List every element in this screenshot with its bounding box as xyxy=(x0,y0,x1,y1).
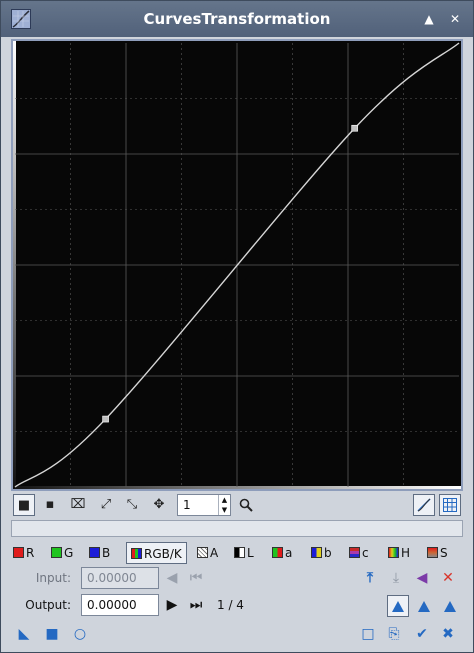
channel-label: H xyxy=(401,546,411,560)
spin-arrows-icon[interactable]: ▲ ▼ xyxy=(218,495,230,515)
output-label: Output: xyxy=(25,598,71,612)
channel-label: S xyxy=(440,546,448,560)
channel-S[interactable]: S xyxy=(427,542,448,564)
output-field[interactable]: 0.00000 xyxy=(81,594,159,616)
input-row: Input: 0.00000 ◀ ⏮ ⤒ ⤓ ◀ ✕ xyxy=(11,567,463,591)
akima-interpolation-icon[interactable] xyxy=(387,595,409,617)
channel-H[interactable]: H xyxy=(388,542,410,564)
pin-icon[interactable]: ▲ xyxy=(421,11,437,27)
channel-label: RGB/K xyxy=(144,547,182,561)
channel-R[interactable]: R xyxy=(13,542,34,564)
track-view-icon[interactable]: ⎘ xyxy=(383,623,405,645)
channel-label: c xyxy=(362,546,369,560)
hue-swatch-icon xyxy=(388,547,399,558)
prev-point-icon[interactable]: ◀ xyxy=(161,567,183,589)
close-icon[interactable]: ✕ xyxy=(447,11,463,27)
channel-label: R xyxy=(26,546,35,560)
zoom-value: 1 xyxy=(183,498,191,512)
pan-tool-icon[interactable]: ✥ xyxy=(148,494,170,516)
select-point-tool-icon[interactable]: ▪ xyxy=(39,494,61,516)
curve-toolbar: ■ ▪ ⌧ ⤢ ⤡ ✥ 1 ▲ ▼ xyxy=(11,494,463,518)
magnifier-icon[interactable] xyxy=(235,494,257,516)
horizontal-scrollbar[interactable] xyxy=(11,520,463,537)
green-swatch-icon xyxy=(51,547,62,558)
store-point-icon[interactable]: ⤒ xyxy=(359,567,381,589)
channel-label: B xyxy=(102,546,111,560)
channel-L[interactable]: L xyxy=(234,542,254,564)
channel-label: b xyxy=(324,546,332,560)
next-point-icon[interactable]: ▶ xyxy=(161,594,183,616)
edit-point-tool-icon[interactable]: ■ xyxy=(13,494,35,516)
input-label: Input: xyxy=(35,571,71,585)
execute-check-icon[interactable]: ✔ xyxy=(411,623,433,645)
lightness-swatch-icon xyxy=(234,547,245,558)
grid-toggle-icon[interactable] xyxy=(439,494,461,516)
process-bottom-bar: ◣ ■ ○ □ ⎘ ✔ ✖ xyxy=(11,623,463,645)
reset-instance-icon[interactable]: ✖ xyxy=(437,623,459,645)
zoom-out-tool-icon[interactable]: ⤡ xyxy=(121,494,143,516)
channel-label: G xyxy=(64,546,74,560)
saturation-swatch-icon xyxy=(427,547,438,558)
browse-documentation-icon[interactable]: □ xyxy=(357,623,379,645)
last-point-icon[interactable]: ⏭ xyxy=(185,594,207,616)
blue-swatch-icon xyxy=(89,547,100,558)
channel-b[interactable]: b xyxy=(311,542,332,564)
channel-c[interactable]: c xyxy=(349,542,369,564)
channel-A[interactable]: A xyxy=(197,542,218,564)
output-row: Output: 0.00000 ▶ ⏭ 1 / 4 xyxy=(11,594,463,618)
invert-curve-icon[interactable]: ◀ xyxy=(411,567,433,589)
delete-point-tool-icon[interactable]: ⌧ xyxy=(67,494,89,516)
channel-label: L xyxy=(247,546,254,560)
channel-B[interactable]: B xyxy=(89,542,110,564)
zoom-spinbox[interactable]: 1 ▲ ▼ xyxy=(177,494,231,516)
reset-curve-icon[interactable]: ✕ xyxy=(437,567,459,589)
zoom-in-tool-icon[interactable]: ⤢ xyxy=(95,494,117,516)
rgb-swatch-icon xyxy=(131,548,142,559)
apply-global-icon[interactable]: ■ xyxy=(41,623,63,645)
point-counter: 1 / 4 xyxy=(217,598,244,612)
alpha-swatch-icon xyxy=(197,547,208,558)
input-field[interactable]: 0.00000 xyxy=(81,567,159,589)
restore-point-icon[interactable]: ⤓ xyxy=(385,567,407,589)
curve-control-point[interactable] xyxy=(351,124,358,132)
first-point-icon[interactable]: ⏮ xyxy=(185,567,207,589)
channel-label: a xyxy=(285,546,293,560)
window-title: CurvesTransformation xyxy=(143,10,331,28)
a-swatch-icon xyxy=(272,547,283,558)
curves-transformation-window: CurvesTransformation ▲ ✕ ■ ▪ ⌧ ⤢ ⤡ ✥ 1 ▲… xyxy=(0,0,474,653)
curve-canvas[interactable] xyxy=(13,41,461,489)
title-bar[interactable]: CurvesTransformation ▲ ✕ xyxy=(1,1,473,37)
b-swatch-icon xyxy=(311,547,322,558)
linear-interpolation-icon[interactable] xyxy=(439,595,461,617)
curve-edit-mode-icon[interactable] xyxy=(413,494,435,516)
real-time-preview-icon[interactable]: ○ xyxy=(69,623,91,645)
cubic-interpolation-icon[interactable] xyxy=(413,595,435,617)
channel-a[interactable]: a xyxy=(272,542,292,564)
channel-selector: R G B RGB/K A L a b c H S xyxy=(11,542,463,564)
channel-G[interactable]: G xyxy=(51,542,73,564)
curve-control-point[interactable] xyxy=(102,415,109,423)
chroma-swatch-icon xyxy=(349,547,360,558)
channel-RGBK[interactable]: RGB/K xyxy=(126,542,187,564)
channel-label: A xyxy=(210,546,219,560)
curve-graph[interactable] xyxy=(11,39,463,491)
new-instance-icon[interactable]: ◣ xyxy=(13,623,35,645)
red-swatch-icon xyxy=(13,547,24,558)
